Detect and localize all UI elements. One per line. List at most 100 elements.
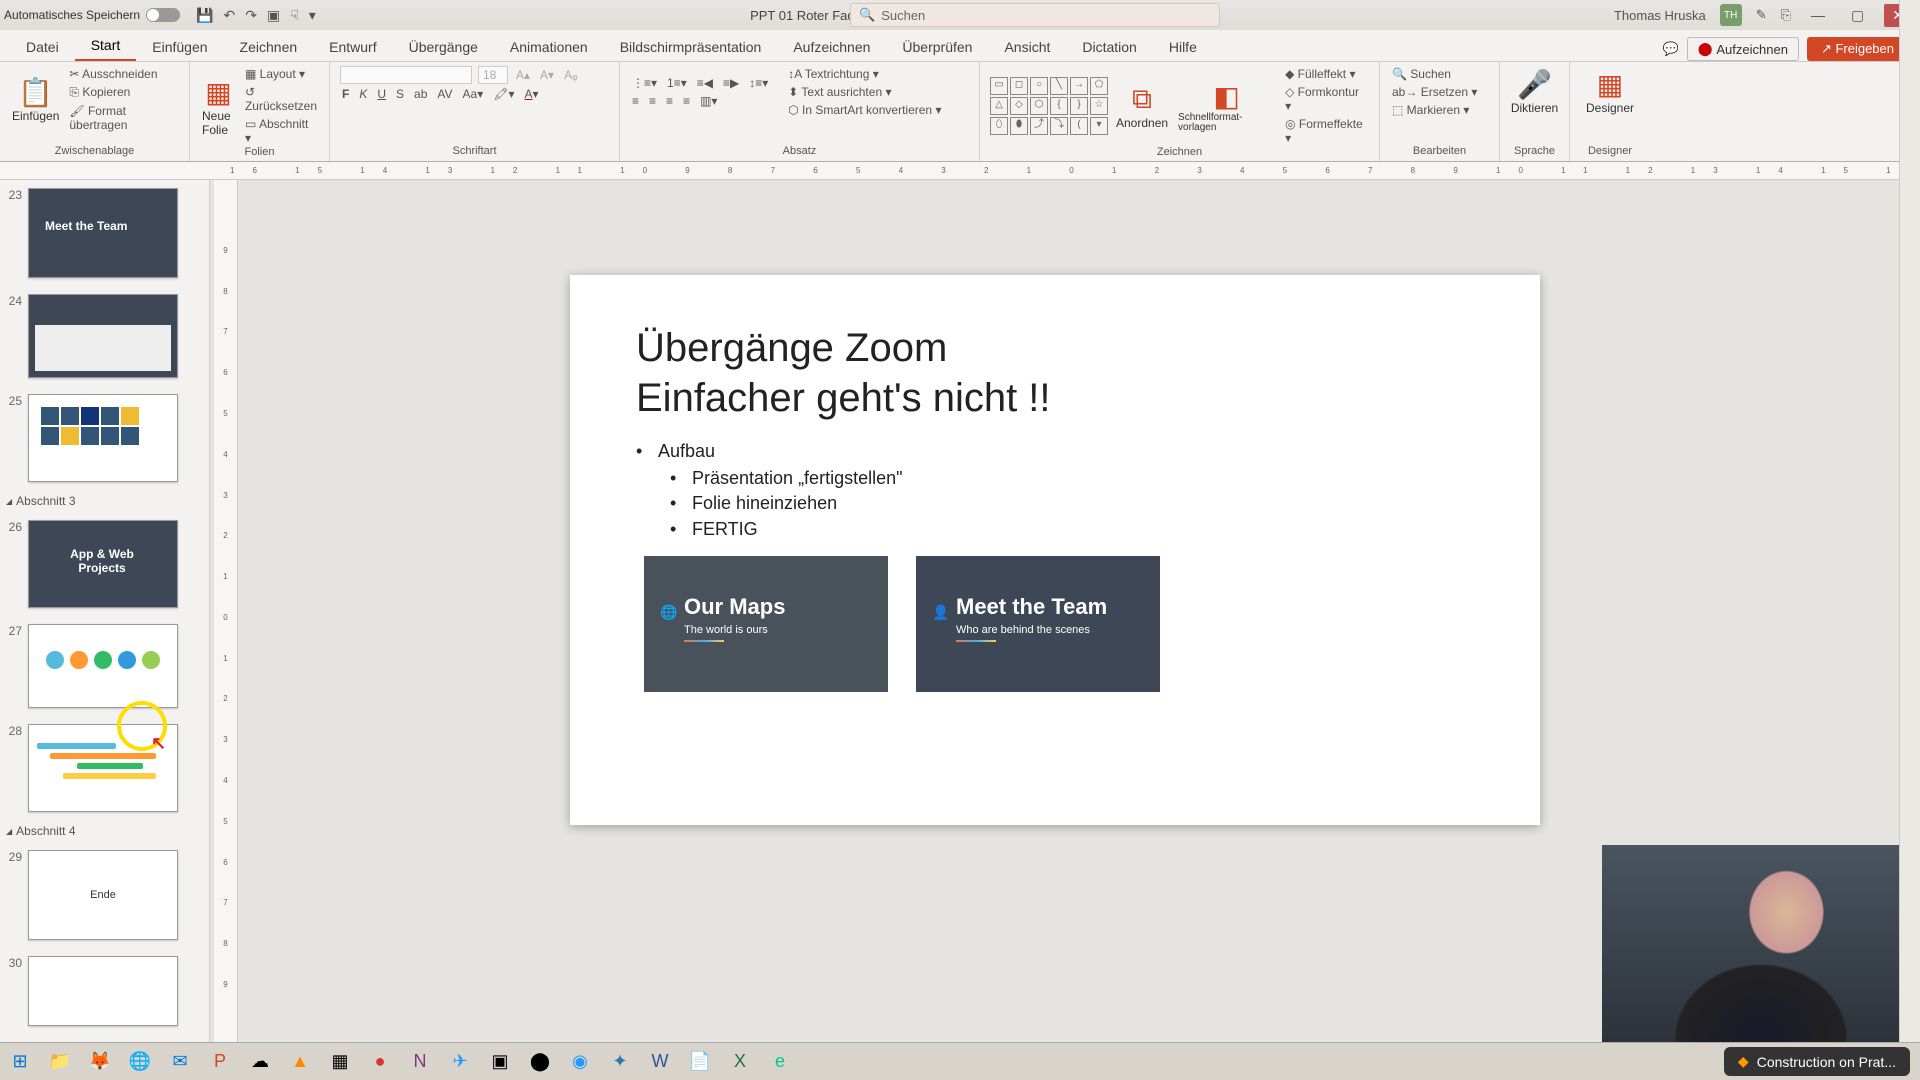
tab-hilfe[interactable]: Hilfe (1153, 33, 1213, 61)
section-header-4[interactable]: Abschnitt 4 (0, 820, 209, 842)
slide-title[interactable]: Übergänge ZoomEinfacher geht's nicht !! (636, 323, 1474, 423)
indent-right-button[interactable]: ≡▶ (721, 75, 741, 91)
section-button[interactable]: ▭ Abschnitt ▾ (243, 116, 319, 146)
tab-entwurf[interactable]: Entwurf (313, 33, 392, 61)
replace-button[interactable]: ab→ Ersetzen ▾ (1390, 84, 1489, 100)
tab-datei[interactable]: Datei (10, 33, 75, 61)
start-menu-icon[interactable]: ⊞ (4, 1046, 36, 1078)
slide-thumb-23[interactable]: 23 Meet the Team (0, 180, 209, 286)
file-explorer-icon[interactable]: 📁 (44, 1046, 76, 1078)
undo-icon[interactable]: ↶ (224, 7, 236, 24)
zoom-card-meet-team[interactable]: 👤 Meet the Team Who are behind the scene… (916, 556, 1160, 692)
shadow-button[interactable]: ab (412, 86, 429, 102)
highlight-button[interactable]: 🖍▾ (491, 86, 516, 102)
align-left-button[interactable]: ≡ (630, 93, 641, 109)
tab-ueberpruefen[interactable]: Überprüfen (886, 33, 988, 61)
slide-thumb-24[interactable]: 24 (0, 286, 209, 386)
scrollbar-thumb[interactable] (1902, 310, 1918, 326)
columns-button[interactable]: ▥▾ (698, 93, 719, 109)
dictate-button[interactable]: 🎤Diktieren (1510, 66, 1559, 117)
font-family-input[interactable] (341, 67, 471, 83)
outlook-icon[interactable]: ✉ (164, 1046, 196, 1078)
case-button[interactable]: Aa▾ (461, 86, 486, 102)
zoom-card-our-maps[interactable]: 🌐 Our Maps The world is ours (644, 556, 888, 692)
quick-styles-button[interactable]: ◧Schnellformat-vorlagen (1176, 78, 1277, 135)
decrease-font-icon[interactable]: A▾ (538, 67, 556, 83)
spacing-button[interactable]: AV (435, 86, 454, 102)
align-text-button[interactable]: ⬍ Text ausrichten ▾ (786, 84, 943, 100)
redo-icon[interactable]: ↷ (245, 7, 257, 24)
qat-dropdown-icon[interactable]: ▾ (309, 7, 316, 24)
slide-thumb-28[interactable]: 28 (0, 716, 209, 820)
layout-button[interactable]: ▦ Layout ▾ (243, 66, 319, 82)
italic-button[interactable]: K (357, 86, 369, 102)
slide-thumb-29[interactable]: 29 Ende (0, 842, 209, 948)
word-icon[interactable]: W (644, 1046, 676, 1078)
shape-effects-button[interactable]: ◎ Formeffekte ▾ (1283, 116, 1369, 146)
shape-outline-button[interactable]: ◇ Formkontur ▾ (1283, 84, 1369, 114)
excel-icon[interactable]: X (724, 1046, 756, 1078)
align-center-button[interactable]: ≡ (647, 93, 658, 109)
copy-button[interactable]: ⎘ Kopieren (67, 84, 179, 101)
presenter-video-overlay[interactable] (1602, 845, 1920, 1055)
touch-icon[interactable]: ☟ (290, 7, 299, 24)
app-icon[interactable]: ● (364, 1046, 396, 1078)
avatar[interactable]: TH (1720, 4, 1742, 26)
telegram-icon[interactable]: ✈ (444, 1046, 476, 1078)
powerpoint-icon[interactable]: P (204, 1046, 236, 1078)
reset-button[interactable]: ↺ Zurücksetzen (243, 84, 319, 114)
app-icon[interactable]: ◉ (564, 1046, 596, 1078)
arrange-button[interactable]: ⧉Anordnen (1114, 81, 1170, 132)
font-size-input[interactable] (479, 67, 507, 83)
line-spacing-button[interactable]: ↕≡▾ (747, 75, 770, 91)
maximize-icon[interactable]: ▢ (1845, 7, 1870, 24)
font-color-button[interactable]: A▾ (523, 86, 541, 102)
tab-zeichnen[interactable]: Zeichnen (224, 33, 314, 61)
tab-animationen[interactable]: Animationen (494, 33, 604, 61)
edge-icon[interactable]: e (764, 1046, 796, 1078)
slide-content-list[interactable]: Aufbau Präsentation „fertigstellen" Foli… (636, 439, 1474, 542)
bold-button[interactable]: F (340, 86, 351, 102)
select-button[interactable]: ⬚ Markieren ▾ (1390, 102, 1489, 118)
cut-button[interactable]: ✂ Ausschneiden (67, 66, 179, 82)
app-icon[interactable]: ▣ (484, 1046, 516, 1078)
app-icon[interactable]: ✦ (604, 1046, 636, 1078)
current-slide[interactable]: Übergänge ZoomEinfacher geht's nicht !! … (570, 275, 1540, 825)
collapse-ribbon-icon[interactable]: 💬 (1663, 41, 1679, 57)
tool2-icon[interactable]: ⎘ (1781, 7, 1791, 23)
slide-thumbnail-panel[interactable]: 23 Meet the Team 24 25 Abschnitt 3 26 Ap… (0, 180, 210, 1055)
tab-einfuegen[interactable]: Einfügen (136, 33, 223, 61)
justify-button[interactable]: ≡ (681, 93, 692, 109)
tab-uebergaenge[interactable]: Übergänge (393, 33, 494, 61)
search-input[interactable]: 🔍 Suchen (850, 3, 1220, 27)
app-icon[interactable]: ▦ (324, 1046, 356, 1078)
autosave-toggle[interactable]: Automatisches Speichern (4, 8, 180, 22)
slide-thumb-30[interactable]: 30 (0, 948, 209, 1034)
firefox-icon[interactable]: 🦊 (84, 1046, 116, 1078)
tab-bildschirm[interactable]: Bildschirmpräsentation (604, 33, 778, 61)
slide-thumb-25[interactable]: 25 (0, 386, 209, 490)
share-button[interactable]: ↗ Freigeben (1807, 37, 1908, 61)
designer-button[interactable]: ▦Designer (1580, 66, 1640, 117)
paste-button[interactable]: 📋Einfügen (10, 74, 61, 125)
vlc-icon[interactable]: ▲ (284, 1046, 316, 1078)
smartart-button[interactable]: ⬡ In SmartArt konvertieren ▾ (786, 102, 943, 118)
underline-button[interactable]: U (375, 86, 388, 102)
chrome-icon[interactable]: 🌐 (124, 1046, 156, 1078)
tab-aufzeichnen[interactable]: Aufzeichnen (777, 33, 886, 61)
section-header-3[interactable]: Abschnitt 3 (0, 490, 209, 512)
tool1-icon[interactable]: ✎ (1756, 7, 1767, 23)
numbering-button[interactable]: 1≡▾ (665, 75, 689, 91)
tab-start[interactable]: Start (75, 31, 137, 61)
tab-ansicht[interactable]: Ansicht (988, 33, 1066, 61)
strike-button[interactable]: S (394, 86, 406, 102)
slide-thumb-27[interactable]: 27 (0, 616, 209, 716)
app-icon[interactable]: 📄 (684, 1046, 716, 1078)
toggle-switch-icon[interactable] (146, 8, 180, 22)
indent-left-button[interactable]: ≡◀ (695, 75, 715, 91)
save-icon[interactable]: 💾 (196, 7, 213, 24)
close-icon[interactable]: ✕ (1884, 4, 1912, 27)
tab-dictation[interactable]: Dictation (1066, 33, 1152, 61)
onenote-icon[interactable]: N (404, 1046, 436, 1078)
shapes-gallery[interactable]: ▭◻○╲→⬠ △◇⬡{}☆ ⬯⬮⤴⤵(▾ (990, 77, 1108, 135)
